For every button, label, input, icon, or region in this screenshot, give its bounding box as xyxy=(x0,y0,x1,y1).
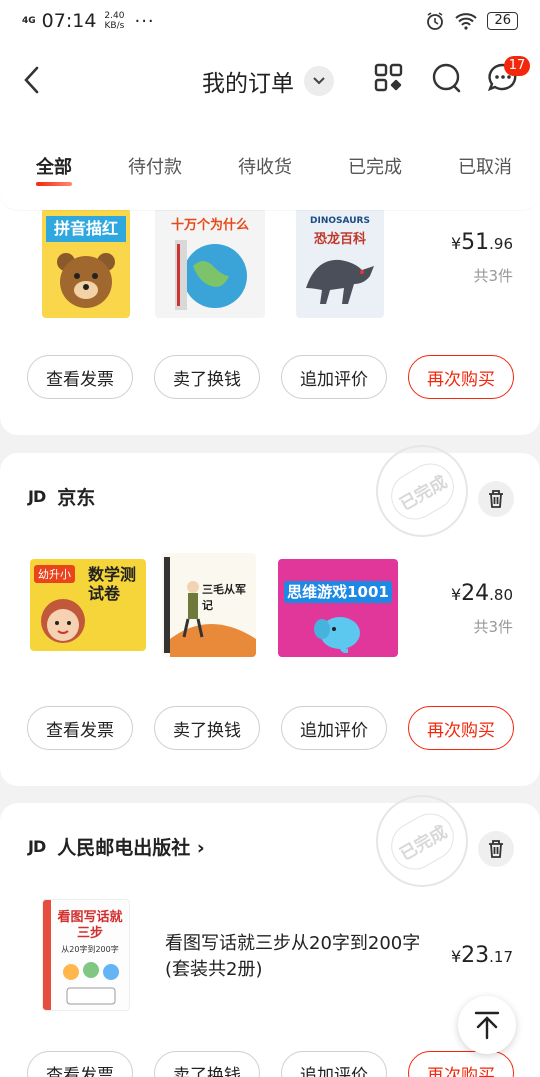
view-invoice-button[interactable]: 查看发票 xyxy=(27,355,133,399)
top-nav-bar: 我的订单 17 xyxy=(0,42,540,120)
thumbnail-tag: 幼升小 xyxy=(34,565,75,583)
jd-logo: JD xyxy=(28,837,46,856)
order-card[interactable]: 已完成 JD 人民邮电出版社 › 看图写话就三步 从20字到200字 看图写话就… xyxy=(0,795,540,1077)
view-invoice-button[interactable]: 查看发票 xyxy=(27,706,133,750)
order-actions: 查看发票 卖了换钱 追加评价 再次购买 xyxy=(27,1051,514,1077)
order-card[interactable]: 已完成 JD 京东 幼升小 数学测试卷 三毛从军记 思维游戏1001 ¥24.8… xyxy=(0,445,540,786)
search-icon[interactable] xyxy=(430,61,464,95)
tab-pending-payment[interactable]: 待付款 xyxy=(128,120,182,210)
order-price: ¥24.80 xyxy=(450,581,513,606)
delete-order-button[interactable] xyxy=(478,481,514,517)
product-thumbnail[interactable]: 思维游戏1001 xyxy=(278,559,398,657)
message-count-badge: 17 xyxy=(504,56,530,76)
jd-logo: JD xyxy=(28,487,46,506)
tab-pending-receipt[interactable]: 待收货 xyxy=(238,120,292,210)
clock: 07:14 xyxy=(41,10,97,32)
shop-name: 人民邮电出版社 › xyxy=(57,837,205,859)
product-thumbnail[interactable]: 十万个为什么 xyxy=(155,208,265,318)
categories-grid-icon[interactable] xyxy=(372,61,406,95)
add-review-button[interactable]: 追加评价 xyxy=(281,1051,387,1077)
product-thumbnail[interactable]: 幼升小 数学测试卷 xyxy=(30,559,146,651)
item-count: 共3件 xyxy=(473,618,513,636)
product-thumbnail[interactable]: 拼音描红 xyxy=(42,208,130,318)
bear-illustration xyxy=(57,253,115,308)
arrow-up-icon xyxy=(474,1011,500,1040)
product-name[interactable]: 看图写话就三步从20字到200字(套装共2册) xyxy=(165,931,425,983)
alarm-icon xyxy=(427,12,444,30)
thumbnail-title: 拼音描红 xyxy=(46,216,126,242)
network-speed: 2.40 KB/s xyxy=(104,11,125,31)
thumbnail-title: 数学测试卷 xyxy=(88,565,137,603)
buy-again-button[interactable]: 再次购买 xyxy=(408,355,514,399)
tab-cancelled[interactable]: 已取消 xyxy=(458,120,512,210)
buy-again-button[interactable]: 再次购买 xyxy=(408,1051,514,1077)
product-thumbnail[interactable]: 三毛从军记 xyxy=(162,553,256,657)
thumbnail-title: 思维游戏1001 xyxy=(284,581,392,603)
globe-illustration xyxy=(175,240,247,310)
thumbnail-title: 恐龙百科 xyxy=(313,232,366,247)
thumbnail-title: 十万个为什么 xyxy=(170,218,249,233)
sanmao-illustration xyxy=(164,557,256,657)
back-arrow-icon[interactable] xyxy=(18,62,48,98)
thumbnail-title: 看图写话就三步 xyxy=(57,910,123,941)
completed-stamp: 已完成 xyxy=(376,795,468,887)
buy-again-button[interactable]: 再次购买 xyxy=(408,706,514,750)
delete-order-button[interactable] xyxy=(478,831,514,867)
item-count: 共3件 xyxy=(473,267,513,285)
resell-button[interactable]: 卖了换钱 xyxy=(154,706,260,750)
chevron-down-icon xyxy=(304,66,334,96)
trash-icon xyxy=(489,840,503,858)
dinosaur-illustration xyxy=(306,259,374,304)
back-to-top-button[interactable] xyxy=(458,996,516,1054)
order-actions: 查看发票 卖了换钱 追加评价 再次购买 xyxy=(27,355,514,399)
tab-all[interactable]: 全部 xyxy=(36,120,72,210)
shop-name-row[interactable]: JD 京东 xyxy=(28,483,95,510)
writing-illustration xyxy=(63,962,119,1005)
order-status-tabs: 全部 待付款 待收货 已完成 已取消 xyxy=(0,120,540,210)
book-spine xyxy=(43,900,51,1010)
add-review-button[interactable]: 追加评价 xyxy=(281,355,387,399)
shop-name: 京东 xyxy=(57,487,96,509)
battery-level: 26 xyxy=(487,12,518,30)
more-notifications-icon: ··· xyxy=(134,10,155,32)
page-title: 我的订单 xyxy=(202,71,294,97)
girl-illustration xyxy=(41,599,85,643)
resell-button[interactable]: 卖了换钱 xyxy=(154,1051,260,1077)
product-thumbnail[interactable]: DINOSAURS 恐龙百科 xyxy=(296,208,384,318)
wifi-icon xyxy=(455,13,478,30)
title-dropdown[interactable]: 我的订单 xyxy=(202,64,334,98)
order-price: ¥51.96 xyxy=(450,230,513,255)
resell-button[interactable]: 卖了换钱 xyxy=(154,355,260,399)
thumbnail-subtitle: DINOSAURS xyxy=(310,216,370,226)
shop-name-row[interactable]: JD 人民邮电出版社 › xyxy=(28,833,205,860)
elephant-illustration xyxy=(314,617,360,653)
status-bar: 4G 07:14 2.40 KB/s ··· 26 xyxy=(0,0,540,42)
product-thumbnail[interactable]: 看图写话就三步 从20字到200字 xyxy=(42,899,130,1011)
view-invoice-button[interactable]: 查看发票 xyxy=(27,1051,133,1077)
add-review-button[interactable]: 追加评价 xyxy=(281,706,387,750)
thumbnail-subtitle: 从20字到200字 xyxy=(61,945,119,954)
order-actions: 查看发票 卖了换钱 追加评价 再次购买 xyxy=(27,706,514,750)
tab-completed[interactable]: 已完成 xyxy=(348,120,402,210)
network-indicator: 4G xyxy=(22,15,36,26)
order-price: ¥23.17 xyxy=(450,943,513,968)
completed-stamp: 已完成 xyxy=(376,445,468,537)
trash-icon xyxy=(489,490,503,508)
